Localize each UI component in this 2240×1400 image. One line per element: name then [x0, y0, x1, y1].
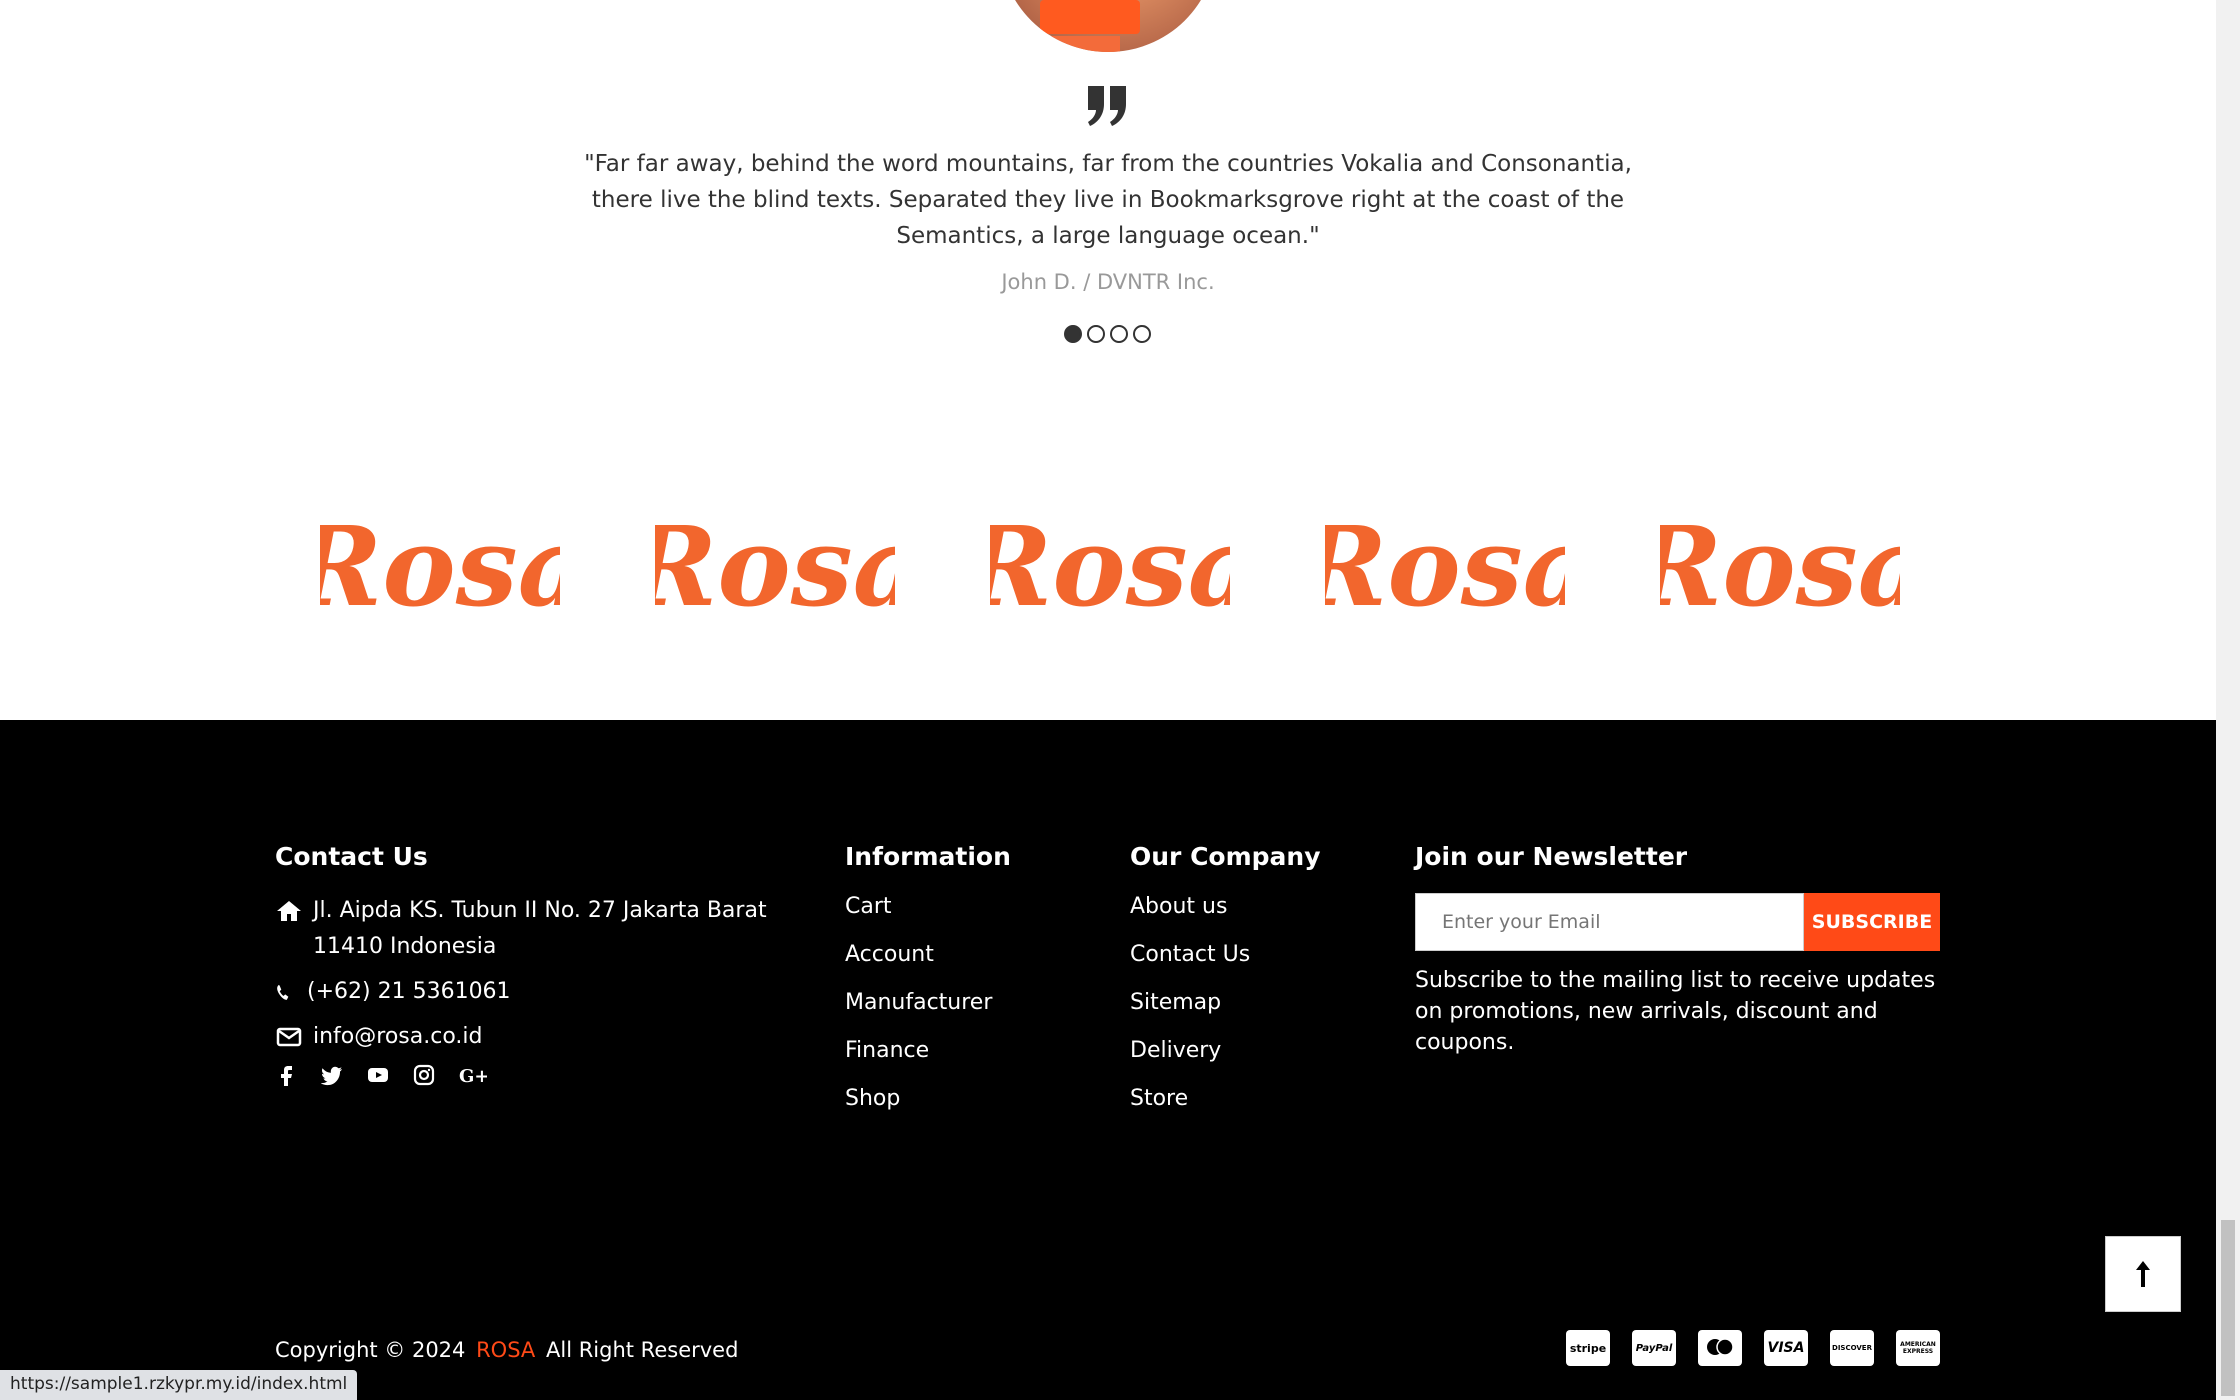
arrow-up-icon — [2136, 1261, 2150, 1287]
link-finance[interactable]: Finance — [845, 1037, 1095, 1065]
rosa-logo: Rosa — [1660, 502, 1900, 630]
page-scrollbar[interactable] — [2216, 0, 2240, 1400]
footer-contact-title: Contact Us — [275, 842, 428, 871]
visa-label: VISA — [1767, 1340, 1805, 1356]
contact-email-text[interactable]: info@rosa.co.id — [313, 1019, 482, 1055]
newsletter-email-input[interactable] — [1415, 893, 1804, 951]
rosa-logo-text: Rosa — [1660, 502, 1900, 630]
company-links: About us Contact Us Sitemap Delivery Sto… — [1130, 893, 1380, 1113]
testimonial-quote: "Far far away, behind the word mountains… — [584, 151, 1632, 249]
quote-icon — [1088, 86, 1126, 126]
link-shop[interactable]: Shop — [845, 1085, 1095, 1113]
footer-newsletter: Join our Newsletter SUBSCRIBE Subscribe … — [1415, 842, 1940, 1058]
paypal-icon: PayPal — [1632, 1330, 1676, 1366]
footer-company: Our Company About us Contact Us Sitemap … — [1130, 842, 1380, 1133]
brand-logo-3[interactable]: Rosa — [990, 500, 1230, 630]
testimonial-avatar — [1000, 0, 1216, 52]
rosa-logo: Rosa — [990, 502, 1230, 630]
rosa-logo-text: Rosa — [990, 502, 1230, 630]
rosa-logo: Rosa — [320, 502, 560, 630]
page: "Far far away, behind the word mountains… — [0, 0, 2216, 1400]
copyright-suffix: All Right Reserved — [546, 1338, 739, 1362]
discover-label: DISCOVER — [1832, 1344, 1872, 1352]
paypal-label: PayPal — [1635, 1342, 1673, 1354]
facebook-icon[interactable] — [275, 1064, 297, 1086]
carousel-dot-1[interactable] — [1064, 325, 1082, 343]
status-bar-url: https://sample1.rzkypr.my.id/index.html — [0, 1370, 358, 1400]
link-contact-us[interactable]: Contact Us — [1130, 941, 1380, 969]
footer-newsletter-title: Join our Newsletter — [1415, 842, 1688, 871]
stripe-label: stripe — [1569, 1341, 1607, 1355]
youtube-icon[interactable] — [367, 1064, 389, 1086]
home-icon — [277, 901, 301, 921]
link-store[interactable]: Store — [1130, 1085, 1380, 1113]
contact-email: info@rosa.co.id — [275, 1019, 805, 1055]
svg-text:G+: G+ — [459, 1066, 487, 1086]
site-footer: Contact Us Jl. Aipda KS. Tubun II No. 27… — [0, 720, 2216, 1400]
rosa-logo-text: Rosa — [655, 502, 895, 630]
scrollbar-thumb[interactable] — [2221, 1220, 2235, 1396]
visa-icon: VISA — [1764, 1330, 1808, 1366]
payment-methods: stripe PayPal VISA DISCOVER AMERICAN EXP… — [1566, 1330, 1940, 1366]
footer-contact: Contact Us Jl. Aipda KS. Tubun II No. 27… — [275, 842, 805, 1086]
carousel-dots — [1064, 325, 1151, 343]
brand-logo-5[interactable]: Rosa — [1660, 500, 1900, 630]
contact-address: Jl. Aipda KS. Tubun II No. 27 Jakarta Ba… — [275, 893, 805, 965]
brand-logo-2[interactable]: Rosa — [655, 500, 895, 630]
carousel-dot-3[interactable] — [1110, 325, 1128, 343]
brand-logo-1[interactable]: Rosa — [320, 500, 560, 630]
avatar-tag — [1040, 0, 1140, 34]
back-to-top-button[interactable] — [2105, 1236, 2181, 1312]
rosa-logo: Rosa — [1325, 502, 1565, 630]
carousel-dot-2[interactable] — [1087, 325, 1105, 343]
footer-information-title: Information — [845, 842, 1011, 871]
information-links: Cart Account Manufacturer Finance Shop — [845, 893, 1095, 1113]
mastercard-icon — [1698, 1330, 1742, 1366]
link-sitemap[interactable]: Sitemap — [1130, 989, 1380, 1017]
amex-label: AMERICAN EXPRESS — [1900, 1341, 1936, 1355]
brand-logos: Rosa Rosa Rosa Rosa Rosa — [320, 500, 1900, 640]
link-manufacturer[interactable]: Manufacturer — [845, 989, 1095, 1017]
link-delivery[interactable]: Delivery — [1130, 1037, 1380, 1065]
newsletter-form: SUBSCRIBE — [1415, 893, 1940, 951]
subscribe-button[interactable]: SUBSCRIBE — [1804, 893, 1940, 951]
link-cart[interactable]: Cart — [845, 893, 1095, 921]
link-about-us[interactable]: About us — [1130, 893, 1380, 921]
google-plus-icon[interactable]: G+ — [459, 1064, 487, 1086]
testimonial-author: John D. / DVNTR Inc. — [1001, 270, 1215, 294]
amex-icon: AMERICAN EXPRESS — [1896, 1330, 1940, 1366]
avatar-tag-2 — [1040, 36, 1120, 52]
rosa-logo: Rosa — [655, 502, 895, 630]
twitter-icon[interactable] — [321, 1064, 343, 1086]
carousel-dot-4[interactable] — [1133, 325, 1151, 343]
copyright-prefix: Copyright © 2024 — [275, 1338, 466, 1362]
copyright-brand[interactable]: ROSA — [476, 1338, 535, 1362]
rosa-logo-text: Rosa — [1325, 502, 1565, 630]
contact-phone: (+62) 21 5361061 — [275, 974, 805, 1010]
mastercard-circles — [1707, 1338, 1734, 1356]
rosa-logo-text: Rosa — [320, 502, 560, 630]
link-account[interactable]: Account — [845, 941, 1095, 969]
footer-information: Information Cart Account Manufacturer Fi… — [845, 842, 1095, 1133]
phone-icon — [277, 984, 289, 1000]
social-links: G+ — [275, 1064, 805, 1086]
newsletter-description: Subscribe to the mailing list to receive… — [1415, 968, 1936, 1055]
contact-address-text: Jl. Aipda KS. Tubun II No. 27 Jakarta Ba… — [313, 898, 767, 959]
copyright: Copyright © 2024 ROSA All Right Reserved — [275, 1338, 738, 1362]
contact-phone-text[interactable]: (+62) 21 5361061 — [307, 974, 511, 1010]
testimonial-section: "Far far away, behind the word mountains… — [0, 0, 2216, 720]
brand-logo-4[interactable]: Rosa — [1325, 500, 1565, 630]
stripe-icon: stripe — [1566, 1330, 1610, 1366]
discover-icon: DISCOVER — [1830, 1330, 1874, 1366]
envelope-icon — [276, 1027, 302, 1047]
instagram-icon[interactable] — [413, 1064, 435, 1086]
footer-company-title: Our Company — [1130, 842, 1321, 871]
